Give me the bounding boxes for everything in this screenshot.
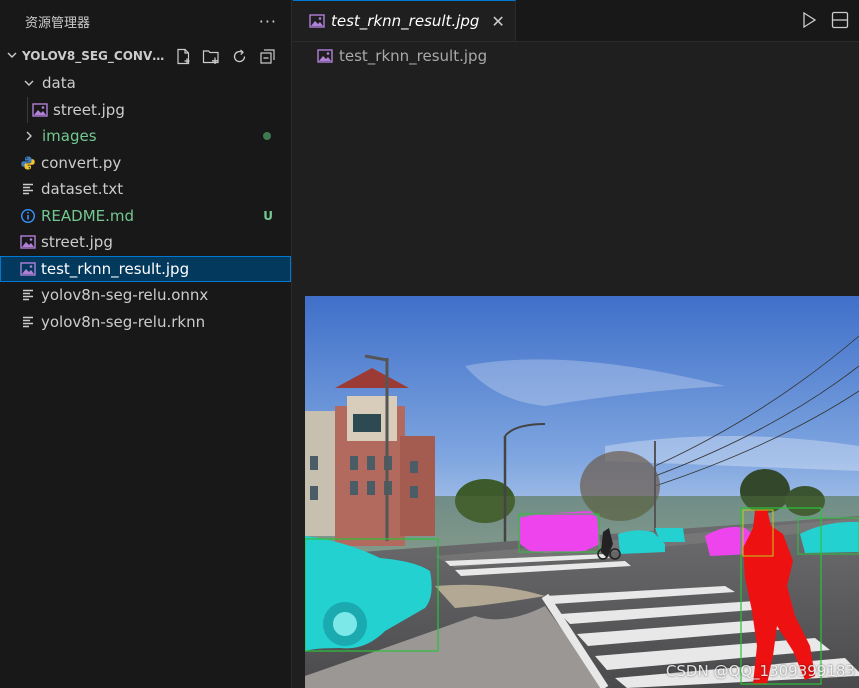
- chevron-down-icon: [6, 49, 22, 64]
- chevron-down-icon: [22, 73, 36, 93]
- explorer-title: 资源管理器: [25, 15, 91, 31]
- result-image: [305, 296, 859, 688]
- workspace-folder-name: YOLOV8_SEG_CONVE...: [22, 49, 167, 63]
- tree-item-street-jpg[interactable]: street.jpg: [0, 229, 291, 256]
- split-editor-icon[interactable]: [831, 11, 849, 29]
- image-file-icon: [317, 49, 333, 63]
- breadcrumb-item[interactable]: test_rknn_result.jpg: [339, 47, 487, 65]
- image-file-icon: [309, 14, 325, 28]
- csdn-watermark: CSDN @QQ_1309399183: [665, 662, 855, 680]
- explorer-toolbar: [173, 46, 277, 66]
- tree-item-test-rknn-result[interactable]: test_rknn_result.jpg: [0, 255, 291, 282]
- tree-item-label: yolov8n-seg-relu.rknn: [41, 312, 206, 331]
- tree-item-data-street[interactable]: street.jpg: [0, 96, 291, 123]
- image-preview: CSDN @QQ_1309399183: [305, 296, 859, 688]
- more-actions-icon[interactable]: ···: [259, 12, 277, 31]
- refresh-icon[interactable]: [229, 46, 249, 66]
- tab-bar: test_rknn_result.jpg ✕: [293, 0, 859, 42]
- text-file-icon: [18, 179, 38, 199]
- tree-item-label: data: [42, 74, 76, 93]
- text-file-icon: [18, 285, 38, 305]
- explorer-sidebar: 资源管理器 ··· YOLOV8_SEG_CONVE... data stree…: [0, 0, 292, 688]
- tree-item-rknn[interactable]: yolov8n-seg-relu.rknn: [0, 309, 291, 336]
- tree-item-label: test_rknn_result.jpg: [41, 259, 190, 278]
- chevron-right-icon: [22, 126, 36, 146]
- explorer-header: 资源管理器 ···: [0, 0, 291, 42]
- tree-item-label: street.jpg: [41, 233, 113, 252]
- tree-item-label: images: [42, 127, 97, 146]
- image-file-icon: [18, 259, 38, 279]
- git-status-dot: [263, 132, 271, 141]
- tree-item-data-folder[interactable]: data: [0, 70, 291, 97]
- tree-item-label: yolov8n-seg-relu.onnx: [41, 286, 209, 305]
- new-folder-icon[interactable]: [201, 46, 221, 66]
- tab-test-rknn-result[interactable]: test_rknn_result.jpg ✕: [293, 0, 516, 41]
- tree-item-onnx[interactable]: yolov8n-seg-relu.onnx: [0, 282, 291, 309]
- new-file-icon[interactable]: [173, 46, 193, 66]
- tab-label: test_rknn_result.jpg: [331, 12, 480, 30]
- editor-area: test_rknn_result.jpg ✕ test_rknn_result.…: [293, 0, 859, 688]
- info-icon: [18, 206, 38, 226]
- tree-item-dataset-txt[interactable]: dataset.txt: [0, 176, 291, 203]
- editor-actions: [801, 11, 849, 29]
- breadcrumb: test_rknn_result.jpg: [293, 42, 859, 70]
- run-icon[interactable]: [801, 11, 817, 29]
- git-untracked-badge: U: [263, 208, 273, 223]
- image-file-icon: [18, 232, 38, 252]
- indent-guide: [27, 96, 28, 123]
- python-file-icon: [18, 153, 38, 173]
- tree-item-label: street.jpg: [53, 100, 125, 119]
- tree-item-label: dataset.txt: [41, 180, 124, 199]
- tree-item-label: README.md: [41, 206, 135, 225]
- close-icon[interactable]: ✕: [491, 12, 504, 31]
- tree-item-convert-py[interactable]: convert.py: [0, 150, 291, 177]
- collapse-all-icon[interactable]: [257, 46, 277, 66]
- workspace-folder[interactable]: YOLOV8_SEG_CONVE...: [0, 42, 291, 70]
- tree-item-label: convert.py: [41, 153, 122, 172]
- text-file-icon: [18, 312, 38, 332]
- image-file-icon: [30, 100, 50, 120]
- tree-item-readme[interactable]: README.md U: [0, 203, 291, 230]
- tree-item-images-folder[interactable]: images: [0, 123, 291, 150]
